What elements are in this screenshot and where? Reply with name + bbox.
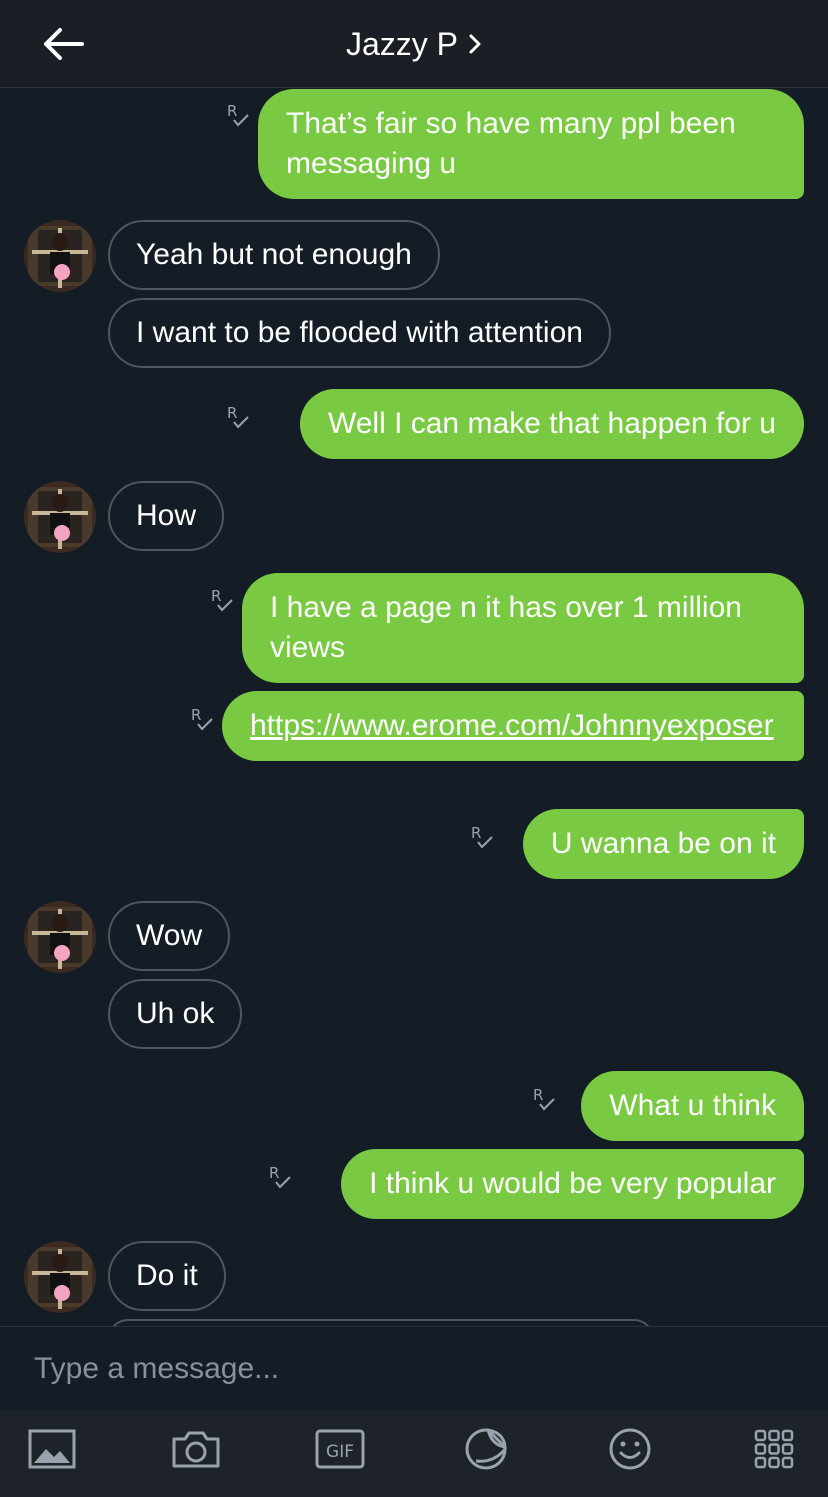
- chat-header: Jazzy P: [0, 0, 828, 88]
- message-text: I have a page n it has over 1 million vi…: [270, 591, 742, 664]
- gif-button[interactable]: GIF: [310, 1424, 370, 1474]
- incoming-message-partial[interactable]: [108, 1319, 654, 1326]
- message-link[interactable]: https://www.erome.com/Johnnyexposer: [250, 709, 774, 742]
- sticker-button[interactable]: [456, 1424, 516, 1474]
- incoming-message[interactable]: Uh ok: [108, 979, 243, 1049]
- chevron-right-icon: [469, 34, 481, 54]
- incoming-message[interactable]: Yeah but not enough: [108, 220, 440, 290]
- camera-button[interactable]: [166, 1424, 226, 1474]
- message-text: Wow: [136, 919, 203, 952]
- outgoing-message[interactable]: That’s fair so have many ppl been messag…: [258, 89, 804, 199]
- incoming-message[interactable]: How: [108, 481, 225, 551]
- message-text: I think u would be very popular: [369, 1167, 776, 1200]
- svg-text:R: R: [191, 706, 201, 724]
- more-apps-button[interactable]: [744, 1424, 804, 1474]
- avatar-photo: [24, 901, 96, 973]
- svg-text:R: R: [269, 1164, 279, 1182]
- message-text: What u think: [609, 1089, 776, 1122]
- sticker-icon: [465, 1428, 507, 1470]
- message-text: I want to be flooded with attention: [136, 316, 583, 349]
- message-list[interactable]: R That’s fair so have many ppl been mess…: [0, 89, 828, 1326]
- image-icon: [28, 1429, 76, 1469]
- message-text: Well I can make that happen for u: [327, 407, 776, 440]
- outgoing-message[interactable]: I have a page n it has over 1 million vi…: [242, 573, 804, 683]
- attachment-toolbar: GIF: [0, 1410, 828, 1497]
- avatar-photo: [24, 1241, 96, 1313]
- chat-screen: Jazzy P R That’s fair so have many ppl b…: [0, 0, 828, 1497]
- read-receipt-icon: R: [227, 102, 249, 127]
- read-receipt-icon: R: [191, 706, 213, 731]
- read-receipt-icon: R: [533, 1086, 555, 1111]
- svg-text:R: R: [227, 404, 237, 422]
- emoji-icon: [609, 1428, 651, 1470]
- svg-text:R: R: [471, 824, 481, 842]
- message-text: U wanna be on it: [550, 827, 776, 860]
- incoming-message[interactable]: Wow: [108, 901, 231, 971]
- message-text: Uh ok: [136, 997, 215, 1030]
- avatar[interactable]: [24, 1241, 96, 1313]
- message-composer: [0, 1326, 828, 1411]
- read-receipt-icon: R: [471, 824, 493, 849]
- incoming-message[interactable]: Do it: [108, 1241, 226, 1311]
- camera-icon: [172, 1431, 220, 1468]
- apps-grid-icon: [754, 1429, 794, 1469]
- incoming-message[interactable]: I want to be flooded with attention: [108, 298, 611, 368]
- outgoing-message[interactable]: https://www.erome.com/Johnnyexposer: [222, 691, 804, 761]
- read-receipt-icon: R: [211, 587, 233, 612]
- contact-name: Jazzy P: [345, 25, 459, 62]
- svg-text:GIF: GIF: [326, 1442, 354, 1462]
- outgoing-message[interactable]: U wanna be on it: [522, 809, 804, 879]
- gif-icon: GIF: [315, 1429, 365, 1469]
- avatar-photo: [24, 481, 96, 553]
- outgoing-message[interactable]: What u think: [581, 1071, 804, 1141]
- message-text: That’s fair so have many ppl been messag…: [286, 107, 736, 180]
- outgoing-message[interactable]: Well I can make that happen for u: [299, 389, 804, 459]
- avatar[interactable]: [24, 220, 96, 292]
- message-text: Do it: [136, 1259, 198, 1292]
- message-input[interactable]: [0, 1327, 828, 1411]
- message-text: Yeah but not enough: [136, 238, 412, 271]
- avatar-photo: [24, 220, 96, 292]
- read-receipt-icon: R: [269, 1164, 291, 1189]
- read-receipt-icon: R: [227, 404, 249, 429]
- svg-text:R: R: [211, 587, 221, 605]
- gallery-button[interactable]: [22, 1424, 82, 1474]
- contact-profile-link[interactable]: Jazzy P: [0, 24, 828, 64]
- emoji-button[interactable]: [600, 1424, 660, 1474]
- svg-text:R: R: [227, 102, 237, 120]
- message-text: How: [136, 499, 197, 532]
- avatar[interactable]: [24, 481, 96, 553]
- avatar[interactable]: [24, 901, 96, 973]
- svg-text:R: R: [533, 1086, 543, 1104]
- outgoing-message[interactable]: I think u would be very popular: [341, 1149, 804, 1219]
